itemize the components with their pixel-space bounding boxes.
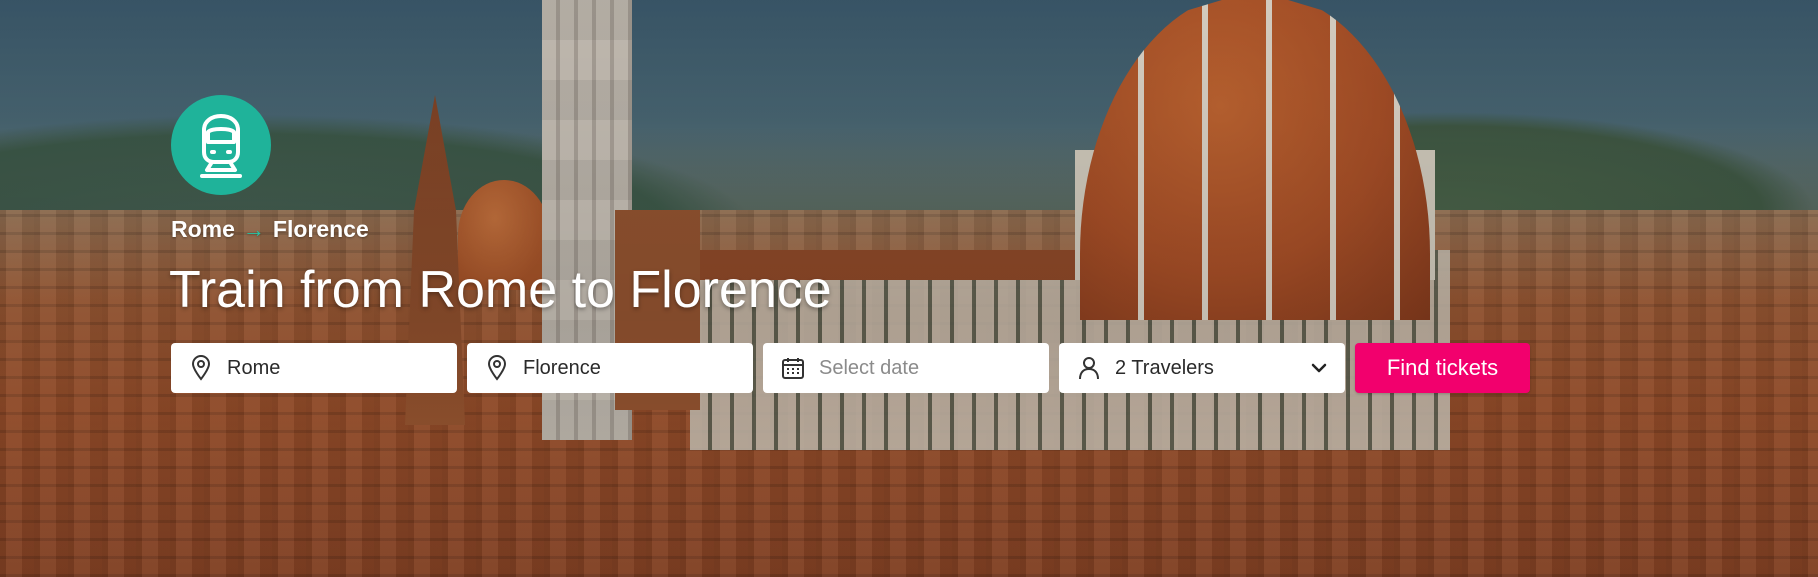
chevron-down-icon[interactable] <box>1307 356 1331 380</box>
breadcrumb-from[interactable]: Rome <box>171 216 235 243</box>
breadcrumb: Rome → Florence <box>171 216 369 243</box>
travelers-value: 2 Travelers <box>1115 356 1214 379</box>
location-pin-icon <box>485 355 509 381</box>
calendar-icon <box>781 356 805 380</box>
find-tickets-button[interactable]: Find tickets <box>1355 343 1530 393</box>
search-bar: Rome Florence Select date 2 Travelers Fi… <box>171 343 1530 393</box>
date-placeholder: Select date <box>819 356 920 379</box>
breadcrumb-to[interactable]: Florence <box>273 216 369 243</box>
train-badge <box>171 95 271 195</box>
origin-field[interactable]: Rome <box>171 343 457 393</box>
destination-field[interactable]: Florence <box>467 343 753 393</box>
date-field[interactable]: Select date <box>763 343 1049 393</box>
arrow-right-icon: → <box>242 216 265 242</box>
origin-value: Rome <box>227 356 281 379</box>
travelers-selector[interactable]: 2 Travelers <box>1059 343 1345 393</box>
location-pin-icon <box>189 355 213 381</box>
page-title: Train from Rome to Florence <box>169 261 832 319</box>
destination-value: Florence <box>523 356 601 379</box>
person-icon <box>1077 356 1101 380</box>
train-icon <box>200 114 242 178</box>
